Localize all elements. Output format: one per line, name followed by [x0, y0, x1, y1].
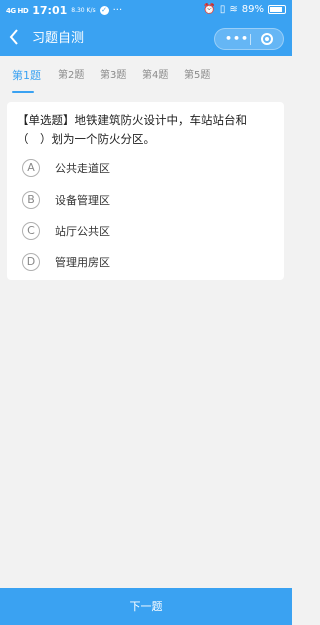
- more-dots-icon[interactable]: •••: [225, 32, 249, 46]
- option-letter: C: [22, 222, 40, 240]
- option-c[interactable]: C 站厅公共区: [22, 220, 110, 242]
- option-a[interactable]: A 公共走道区: [22, 157, 110, 179]
- notification-icon: ✓: [99, 6, 109, 15]
- option-d[interactable]: D 管理用房区: [22, 251, 110, 273]
- status-bar: 4G HD 17:01 8.30 K/s ✓ ··· ⏰ ▯ ≋ 89%: [0, 0, 292, 22]
- question-text: 【单选题】地铁建筑防火设计中，车站站台和（ ）划为一个防火分区。: [17, 113, 247, 146]
- target-icon[interactable]: [261, 33, 273, 45]
- signal-icon: 4G HD: [6, 6, 29, 15]
- option-b[interactable]: B 设备管理区: [22, 189, 110, 211]
- nav-bar: 习题自测 •••: [0, 26, 292, 54]
- tab-question-1[interactable]: 第1题: [12, 70, 41, 82]
- vibrate-icon: ▯: [219, 4, 226, 15]
- net-speed: 8.30 K/s: [71, 6, 96, 14]
- option-letter: A: [22, 159, 40, 177]
- tab-question-2[interactable]: 第2题: [58, 70, 84, 82]
- option-text: 设备管理区: [55, 194, 110, 207]
- battery-icon: [268, 5, 286, 14]
- option-text: 站厅公共区: [55, 225, 110, 238]
- tab-question-4[interactable]: 第4题: [142, 70, 168, 82]
- more-status-icon: ···: [112, 5, 123, 16]
- tab-question-3[interactable]: 第3题: [100, 70, 126, 82]
- back-icon[interactable]: [9, 29, 19, 50]
- option-letter: B: [22, 191, 40, 209]
- header: 4G HD 17:01 8.30 K/s ✓ ··· ⏰ ▯ ≋ 89% 习题自…: [0, 0, 292, 56]
- option-text: 公共走道区: [55, 162, 110, 175]
- option-letter: D: [22, 253, 40, 271]
- tab-question-5[interactable]: 第5题: [184, 70, 210, 82]
- mini-program-capsule: •••: [214, 28, 284, 50]
- active-tab-indicator: [12, 91, 34, 93]
- option-text: 管理用房区: [55, 256, 110, 269]
- next-question-button[interactable]: 下一题: [0, 588, 292, 625]
- question-card: 【单选题】地铁建筑防火设计中，车站站台和（ ）划为一个防火分区。 A 公共走道区…: [7, 102, 284, 280]
- battery-percent: 89%: [241, 4, 264, 15]
- wifi-icon: ≋: [229, 4, 238, 15]
- question-tabs: 第1题 第2题 第3题 第4题 第5题: [0, 56, 292, 96]
- page-title: 习题自测: [32, 31, 85, 46]
- capsule-divider: [250, 34, 251, 45]
- alarm-icon: ⏰: [203, 4, 216, 15]
- status-time: 17:01: [32, 4, 68, 17]
